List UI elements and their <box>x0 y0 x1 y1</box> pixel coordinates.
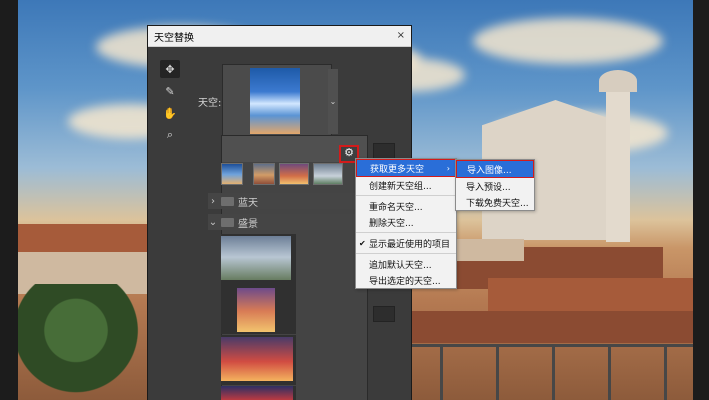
submenu-item-import-image[interactable]: 导入图像... <box>456 160 534 178</box>
sky-preset-item[interactable] <box>221 284 296 334</box>
sky-group-label: 盛景 <box>238 218 258 230</box>
tower-dome <box>599 70 637 92</box>
side-field[interactable] <box>373 143 395 159</box>
submenu-item-label: 导入图像... <box>467 165 512 176</box>
menu-item-export-selected[interactable]: 导出选定的天空... <box>356 272 456 288</box>
menu-item-rename-sky[interactable]: 重命名天空... <box>356 198 456 214</box>
recent-sky-thumbnail[interactable] <box>253 163 275 185</box>
zoom-tool-button[interactable]: ⌕ <box>160 126 180 144</box>
sky-label: 天空: <box>198 98 222 109</box>
chevron-right-icon: › <box>211 195 215 207</box>
zoom-icon: ⌕ <box>166 128 174 141</box>
submenu-item-label: 导入预设... <box>466 182 511 193</box>
bell-tower <box>606 82 630 242</box>
menu-item-label: 重命名天空... <box>369 202 423 213</box>
sky-group-label: 蓝天 <box>238 197 258 209</box>
sky-preset-item[interactable] <box>221 386 296 400</box>
close-button[interactable]: × <box>397 31 405 41</box>
sky-group-spectacular[interactable]: ⌄ 盛景 <box>208 214 362 230</box>
menu-item-show-recent[interactable]: ✔ 显示最近使用的项目 <box>356 235 456 251</box>
sky-preset-thumbnail <box>221 386 293 400</box>
chevron-down-icon: ⌄ <box>208 216 218 228</box>
menu-item-append-default[interactable]: 追加默认天空... <box>356 256 456 272</box>
tool-palette: ✥ ✎ ✋ ⌕ <box>160 60 180 148</box>
move-tool-button[interactable]: ✥ <box>160 60 180 78</box>
side-field[interactable] <box>373 306 395 322</box>
sky-group-blue[interactable]: › 蓝天 <box>208 193 362 209</box>
move-icon: ✥ <box>165 62 175 76</box>
sky-preset-item[interactable] <box>221 335 296 385</box>
sky-preset-thumbnail <box>221 337 293 381</box>
menu-item-label: 导出选定的天空... <box>369 276 441 287</box>
balcony-railing <box>410 344 693 400</box>
sky-preview-thumbnail[interactable] <box>250 68 300 134</box>
menu-item-label: 创建新天空组... <box>369 181 432 192</box>
recent-sky-thumbnails <box>221 163 366 185</box>
submenu-item-label: 下载免费天空... <box>466 198 529 209</box>
recent-sky-thumbnail[interactable] <box>313 163 343 185</box>
hand-icon: ✋ <box>163 106 177 120</box>
folder-icon <box>221 196 234 206</box>
submenu-item-import-preset[interactable]: 导入预设... <box>456 178 534 194</box>
menu-item-label: 显示最近使用的项目 <box>369 239 451 250</box>
chevron-right-icon: › <box>446 163 450 173</box>
hand-tool-button[interactable]: ✋ <box>160 104 180 122</box>
menu-item-create-sky-group[interactable]: 创建新天空组... <box>356 177 456 193</box>
brush-icon: ✎ <box>165 84 175 98</box>
sky-dropdown-arrow[interactable]: ⌄ <box>328 69 338 134</box>
sky-preset-thumbnail <box>221 236 291 280</box>
recent-sky-thumbnail[interactable] <box>279 163 309 185</box>
menu-separator <box>356 195 456 196</box>
tree-cluster <box>18 284 163 400</box>
gear-context-menu: 获取更多天空 › 创建新天空组... 重命名天空... 删除天空... ✔ 显示… <box>355 158 457 289</box>
recent-sky-thumbnail[interactable] <box>221 163 243 185</box>
menu-separator <box>356 232 456 233</box>
menu-item-label: 删除天空... <box>369 218 414 229</box>
dialog-title: 天空替换 <box>154 32 194 44</box>
menu-item-get-more-skies[interactable]: 获取更多天空 › <box>356 159 456 177</box>
left-edge <box>0 0 18 400</box>
menu-item-label: 获取更多天空 <box>370 164 425 175</box>
menu-item-label: 追加默认天空... <box>369 260 432 271</box>
menu-separator <box>356 253 456 254</box>
gear-icon: ⚙ <box>344 146 354 159</box>
sky-replacement-screen: 天空替换 × ✥ ✎ ✋ ⌕ 天空: ⌄ ⚙ › 蓝天 ⌄ 盛景 获取更多天空 … <box>0 0 709 400</box>
right-edge <box>693 0 709 400</box>
checkmark-icon: ✔ <box>359 238 366 248</box>
brush-tool-button[interactable]: ✎ <box>160 82 180 100</box>
menu-item-delete-sky[interactable]: 删除天空... <box>356 214 456 230</box>
submenu-item-download-free[interactable]: 下载免费天空... <box>456 194 534 210</box>
dialog-titlebar: 天空替换 × <box>148 26 411 47</box>
sky-preset-thumbnail <box>237 288 275 332</box>
folder-icon <box>221 217 234 227</box>
sky-preset-item[interactable] <box>221 234 296 284</box>
get-more-skies-submenu: 导入图像... 导入预设... 下载免费天空... <box>455 159 535 211</box>
